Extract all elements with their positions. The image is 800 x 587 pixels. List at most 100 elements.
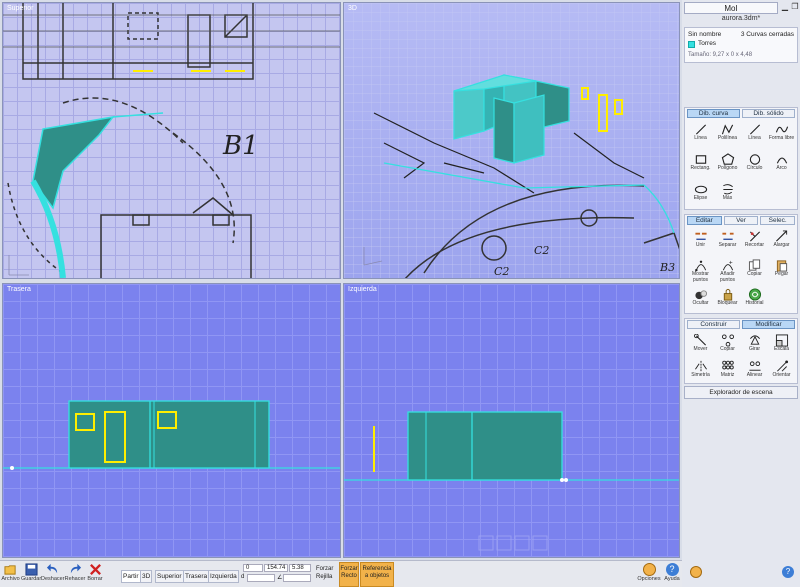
viewport-top[interactable]: Superior B1 (2, 2, 341, 279)
object-snap-button[interactable]: Referencia a objetos (360, 562, 394, 587)
scene-browser-button[interactable]: Explorador de escena (684, 386, 798, 399)
tab-draw-solid[interactable]: Dib. sólido (742, 109, 795, 118)
tool-button-circle[interactable]: Círculo (741, 151, 768, 179)
coord-y-field[interactable]: 154.74 (264, 564, 288, 572)
help-button[interactable]: ? (782, 566, 794, 578)
options-toolbar-button[interactable]: Opciones (636, 561, 662, 587)
tool-button-more[interactable]: Más (714, 181, 741, 209)
tool-button-separate[interactable]: Separar (714, 228, 741, 256)
tool-button-arc[interactable]: Arco (768, 151, 795, 179)
side-panel: MoI ▁ ❐ aurora.3dm* Sin nombre 3 Curvas … (682, 0, 800, 587)
tool-button-scale[interactable]: Escala (768, 332, 795, 360)
tool-label: Mostrar puntos (692, 271, 709, 283)
view-split-button[interactable]: Partir (121, 570, 141, 583)
tool-label: Pegar (774, 271, 789, 277)
coord-x-field[interactable]: 0 (243, 564, 263, 572)
tool-button-mirror[interactable]: Simetría (687, 358, 714, 386)
save-button[interactable]: Guardar (21, 561, 41, 587)
tool-button-add-points[interactable]: + Añadir puntos (714, 257, 741, 285)
options-label: Opciones (637, 576, 661, 582)
tool-button-line[interactable]: Línea (687, 121, 714, 149)
tool-label: Añadir puntos (719, 271, 735, 283)
perspective-canvas[interactable] (344, 3, 680, 279)
tool-button-freeform[interactable]: Forma libre (768, 121, 795, 149)
tool-button-paste[interactable]: Pegar (768, 257, 795, 285)
viewport-label[interactable]: Trasera (7, 286, 31, 293)
undo-icon (46, 563, 58, 574)
tool-button-rotate[interactable]: Girar (741, 332, 768, 360)
tool-label: Bloquear (717, 300, 738, 306)
folder-button[interactable]: Archivo (0, 561, 21, 587)
tool-button-array[interactable]: Matriz (714, 358, 741, 386)
tool-label: Matriz (720, 372, 735, 378)
tool-button-polygon[interactable]: Polígono (714, 151, 741, 179)
back-view-canvas[interactable] (3, 284, 341, 558)
minimize-button[interactable]: ▁ (780, 2, 790, 12)
tool-button-ellipse[interactable]: Elipse (687, 181, 714, 209)
straight-snap-button[interactable]: Forzar Recto (339, 562, 359, 587)
distance-label: d (241, 574, 245, 580)
tool-button-extend[interactable]: Alargar (768, 228, 795, 256)
tab-draw-curve[interactable]: Dib. curva (687, 109, 740, 118)
coord-z-field[interactable]: 5.38 (289, 564, 311, 572)
distance-field[interactable] (247, 574, 275, 582)
viewport-label[interactable]: 3D (348, 5, 357, 12)
tool-button-join[interactable]: Unir (687, 228, 714, 256)
restore-button[interactable]: ❐ (790, 2, 800, 12)
viewport-left[interactable]: Izquierda (343, 283, 680, 558)
tool-label: Círculo (746, 165, 763, 171)
options-button[interactable] (690, 566, 702, 578)
tool-button-polyline[interactable]: Polilínea (714, 121, 741, 149)
tab-modify[interactable]: Modificar (742, 320, 795, 329)
viewport-label[interactable]: Izquierda (348, 286, 377, 293)
viewport-label[interactable]: Superior (7, 5, 33, 12)
tool-button-copy[interactable]: Copiar (741, 257, 768, 285)
layer-name[interactable]: Torres (698, 40, 716, 47)
view-left-button[interactable]: Izquierda (208, 570, 239, 583)
view-top-button[interactable]: Superior (155, 570, 184, 583)
edit-palette: Editar Ver Selec. Unir Separar Recortar Ala… (684, 214, 798, 314)
tab-view[interactable]: Ver (723, 216, 759, 225)
tool-button-history[interactable]: Historial (741, 286, 768, 314)
angle-field[interactable] (283, 574, 311, 582)
tool-label: Unir (695, 242, 706, 248)
layer-color-swatch[interactable] (688, 41, 695, 48)
tool-button-rectangle[interactable]: Rectang. (687, 151, 714, 179)
tool-label: Línea (748, 135, 761, 141)
tool-button-hide[interactable]: Ocultar (687, 286, 714, 314)
snap-options[interactable]: Forzar Rejilla (316, 565, 333, 581)
undo-button[interactable]: Deshacer (41, 561, 65, 587)
tab-construct[interactable]: Construir (687, 320, 740, 329)
help-toolbar-button[interactable]: ? Ayuda (662, 561, 682, 587)
viewport-3d[interactable]: 3D C2 C2 B3 (343, 2, 680, 279)
tool-button-show-points[interactable]: Mostrar puntos (687, 257, 714, 285)
tool-label: Rectang. (690, 165, 711, 171)
view-back-button[interactable]: Trasera (183, 570, 210, 583)
tool-label: Elipse (693, 195, 708, 201)
redo-button[interactable]: Rehacer (64, 561, 86, 587)
floor-annotation: C2 (494, 265, 510, 278)
delete-button[interactable]: Borrar (86, 561, 104, 587)
viewport-back[interactable]: Trasera (2, 283, 341, 558)
bottom-toolbar: Archivo Guardar Deshacer Rehacer Borrar Part… (0, 560, 682, 587)
file-button-label: Deshacer (41, 576, 65, 582)
view-3d-button[interactable]: 3D (140, 570, 153, 583)
tool-button-orient[interactable]: Orientar (768, 358, 795, 386)
tab-edit[interactable]: Editar (687, 216, 722, 225)
angle-label: ∠ (277, 575, 283, 581)
tool-label: Arco (776, 165, 787, 171)
tool-button-lock[interactable]: Bloquear (714, 286, 741, 314)
options-icon (690, 566, 702, 578)
tool-button-copy-transform[interactable]: Copiar (714, 332, 741, 360)
tool-button-line[interactable]: Línea (741, 121, 768, 149)
tool-button-align[interactable]: Alinear (741, 358, 768, 386)
tool-label: Polilínea (717, 135, 738, 141)
tool-button-trim[interactable]: Recortar (741, 228, 768, 256)
tab-select[interactable]: Selec. (760, 216, 796, 225)
tool-button-move[interactable]: Mover (687, 332, 714, 360)
top-view-canvas[interactable] (3, 3, 341, 279)
object-name[interactable]: Sin nombre (688, 31, 721, 38)
transform-palette: Construir Modificar Mover Copiar Girar Esca… (684, 318, 798, 384)
grid-snap-label: Rejilla (316, 574, 333, 580)
left-view-canvas[interactable] (344, 284, 680, 558)
